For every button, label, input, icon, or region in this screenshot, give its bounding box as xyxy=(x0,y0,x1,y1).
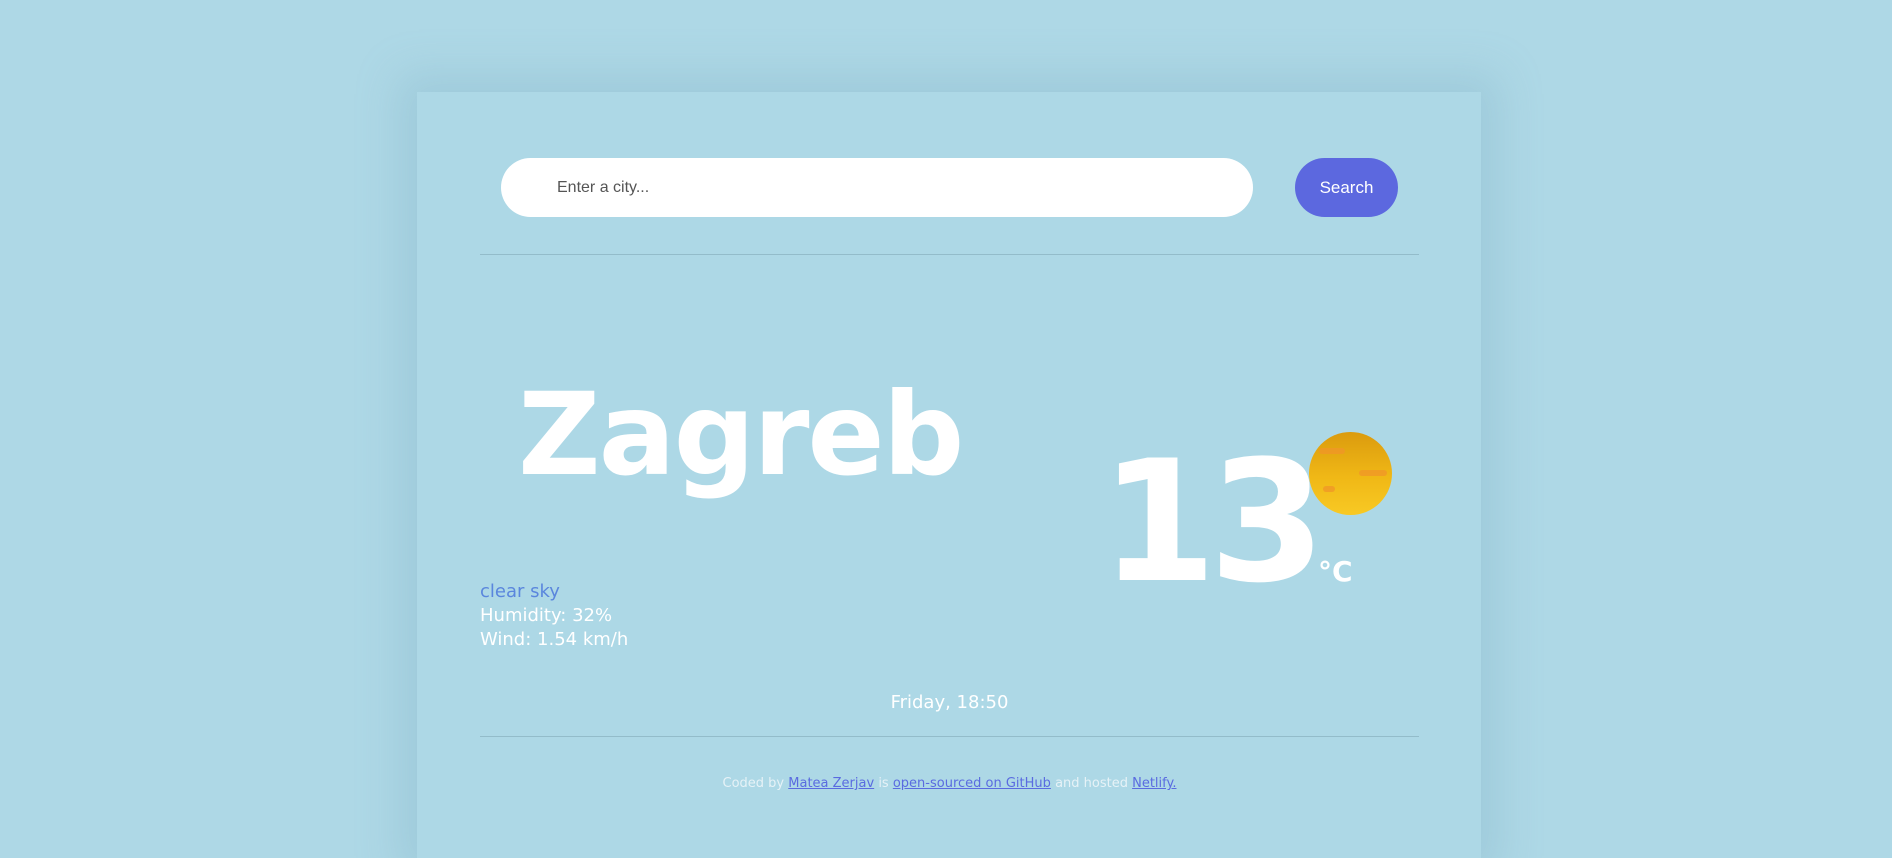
footer-divider xyxy=(480,736,1419,737)
netlify-link[interactable]: Netlify. xyxy=(1132,776,1176,791)
author-link[interactable]: Matea Zerjav xyxy=(788,776,874,791)
weather-details: clear sky Humidity: 32% Wind: 1.54 km/h xyxy=(480,580,628,652)
footer-middle-text: is xyxy=(878,776,889,791)
footer-prefix: Coded by xyxy=(722,776,785,791)
footer-hosted-text: and hosted xyxy=(1055,776,1128,791)
wind-text: Wind: 1.54 km/h xyxy=(480,629,629,650)
temperature-value: 13 xyxy=(1100,424,1326,620)
city-name: Zagreb xyxy=(518,368,964,501)
github-link[interactable]: open-sourced on GitHub xyxy=(893,776,1051,791)
weather-description: clear sky xyxy=(480,581,560,602)
header-divider xyxy=(480,254,1419,255)
humidity-text: Humidity: 32% xyxy=(480,605,613,626)
sun-icon xyxy=(1309,432,1392,515)
search-button[interactable]: Search xyxy=(1295,158,1398,217)
temperature-unit: °C xyxy=(1318,555,1353,588)
date-time: Friday, 18:50 xyxy=(890,692,1009,713)
city-search-input[interactable] xyxy=(501,158,1253,217)
footer: Coded by Matea Zerjav is open-sourced on… xyxy=(480,776,1419,791)
